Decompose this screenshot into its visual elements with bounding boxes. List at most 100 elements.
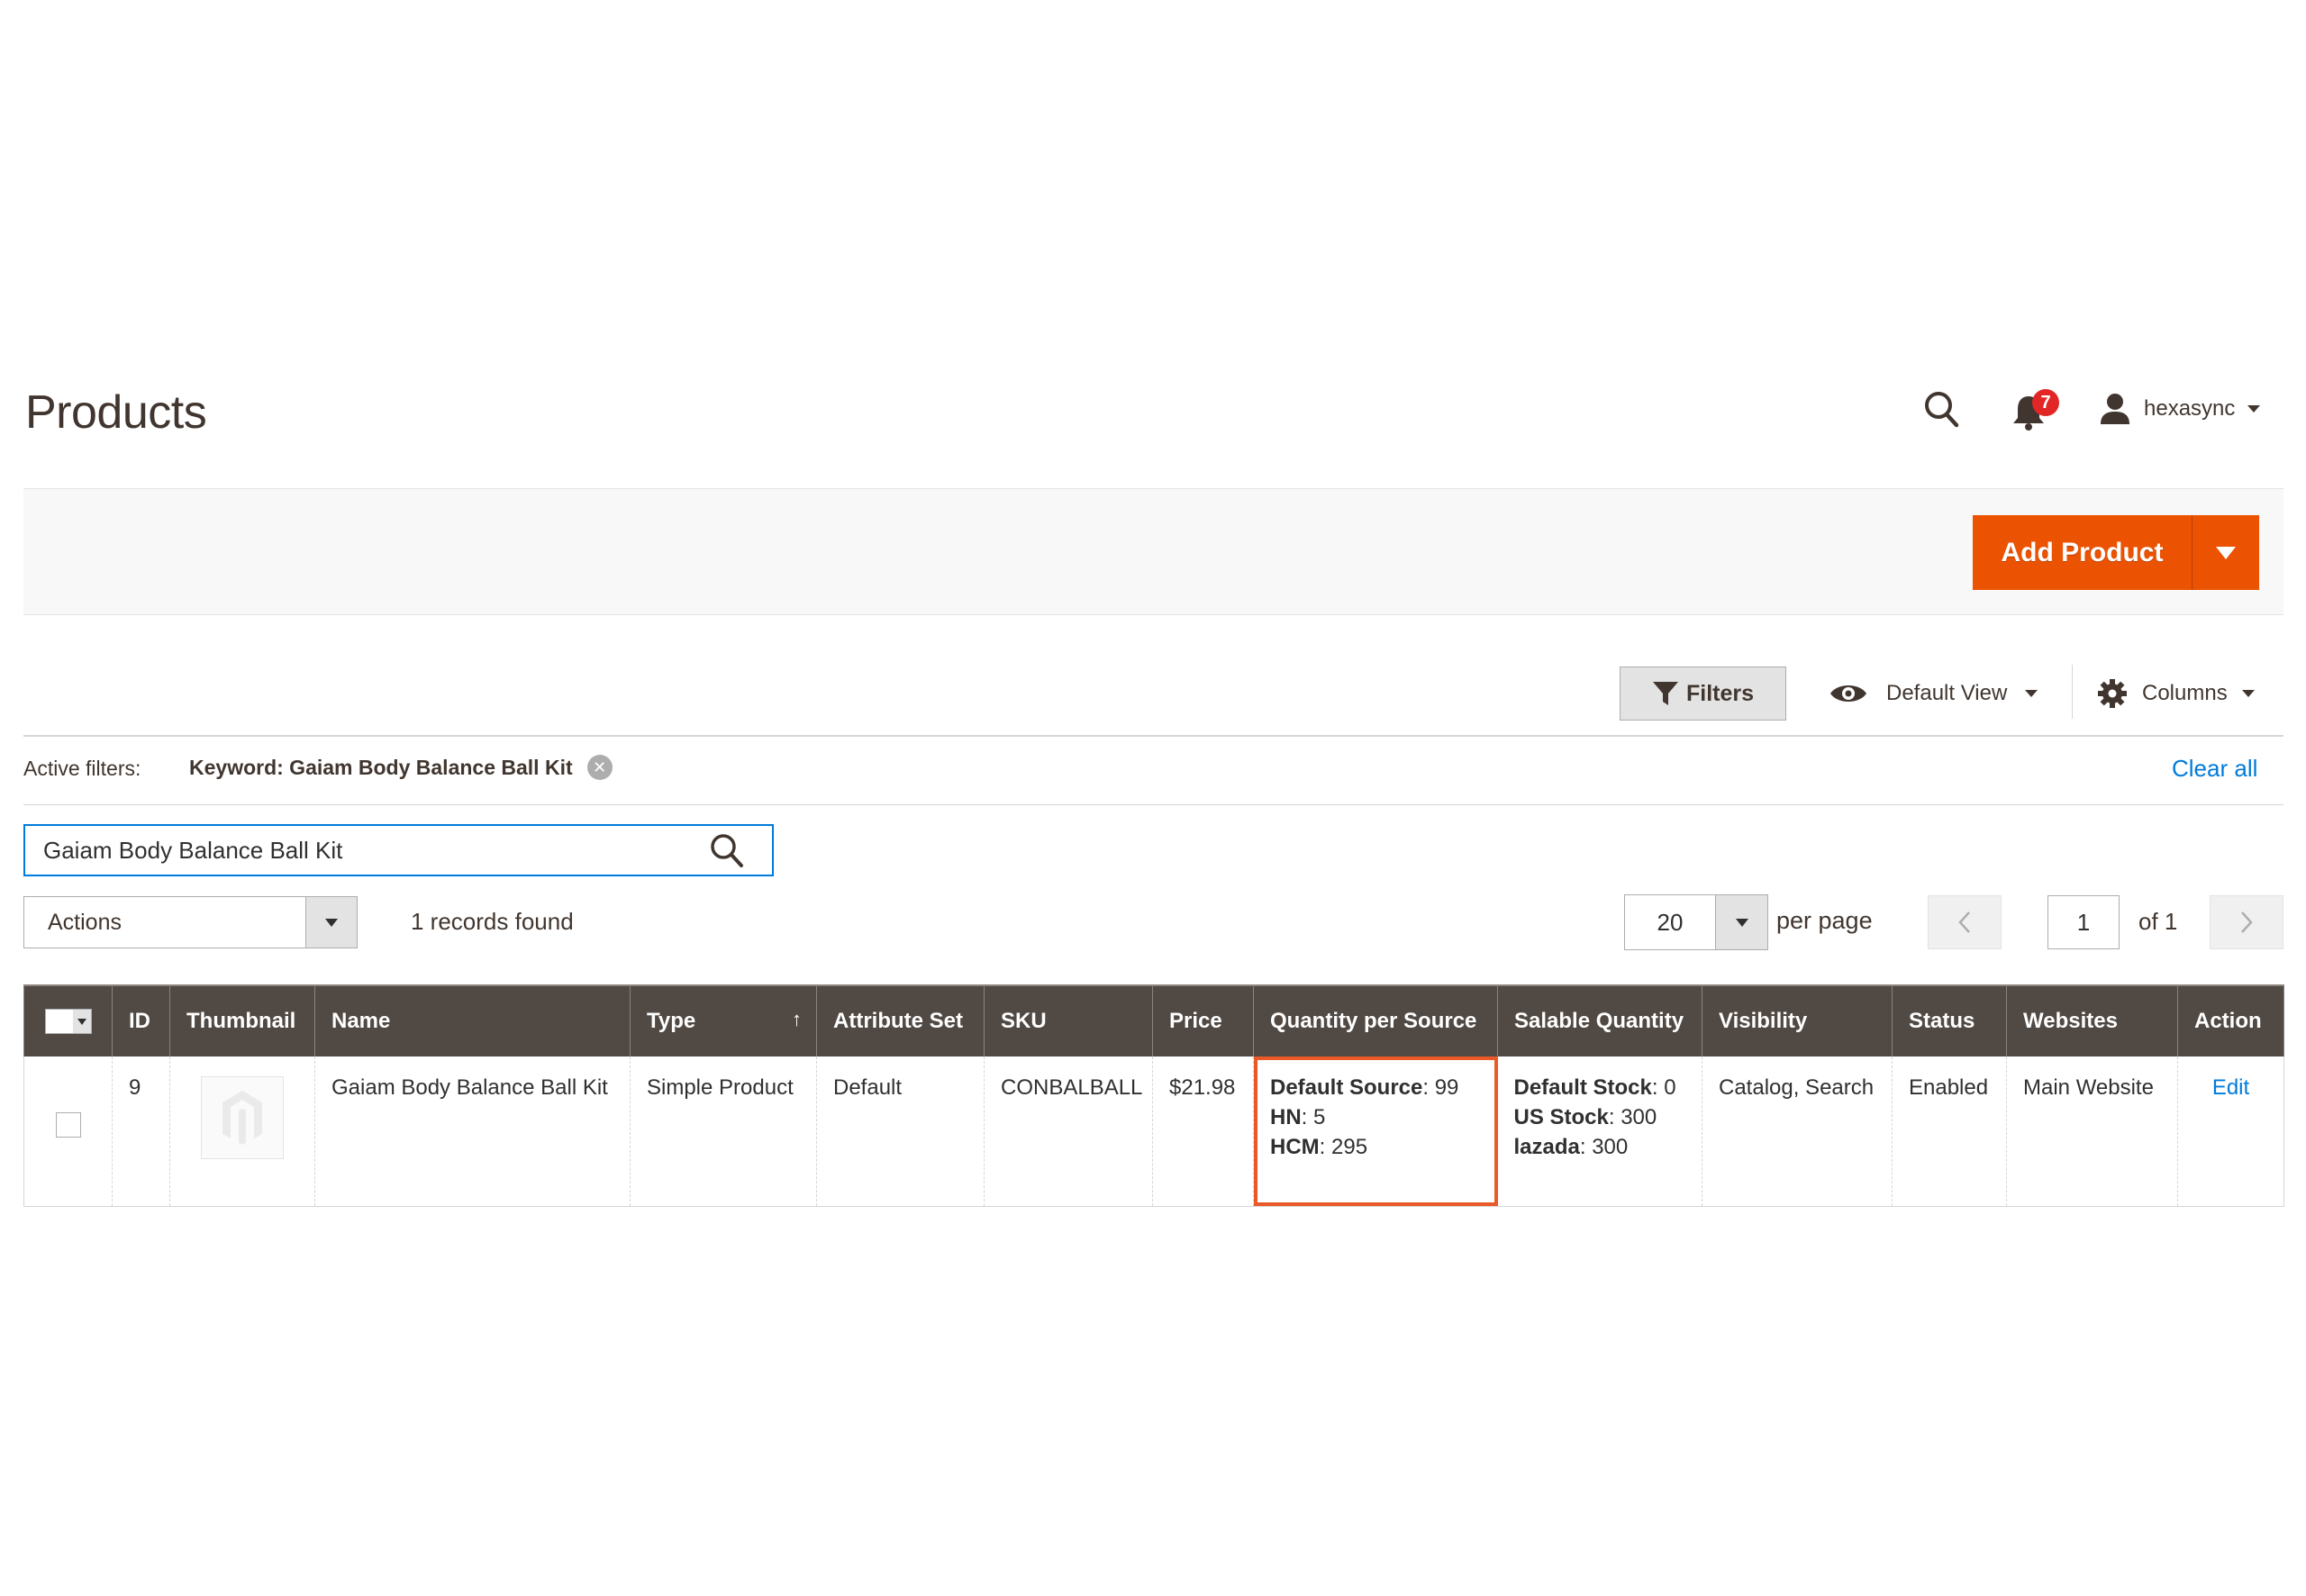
eye-icon <box>1830 685 1866 702</box>
per-page-label: per page <box>1776 907 1873 934</box>
gear-icon <box>2098 679 2127 708</box>
caret-down-icon <box>77 1018 86 1025</box>
column-header-websites[interactable]: Websites <box>2006 984 2178 1056</box>
filters-label: Filters <box>1685 680 1755 706</box>
column-header-action: Action <box>2177 984 2284 1056</box>
grid-header-row: ID Thumbnail Name Type ↑ Attribute Set S… <box>23 984 2284 1056</box>
page-actions-bar <box>23 488 2283 615</box>
edit-product-link[interactable]: Edit <box>2194 1073 2267 1102</box>
cell-action: Edit <box>2177 1056 2284 1207</box>
column-header-attribute-set[interactable]: Attribute Set <box>816 984 985 1056</box>
cell-status: Enabled <box>1892 1056 2007 1207</box>
add-product-type-toggle[interactable] <box>2192 515 2259 590</box>
toolbar-separator <box>2072 665 2073 719</box>
mass-actions-toggle[interactable] <box>305 897 357 948</box>
cell-quantity-per-source: Default Source: 99 HN: 5 HCM: 295 <box>1253 1056 1498 1207</box>
stock-qty-line: US Stock: 300 <box>1513 1105 1657 1129</box>
global-search-button[interactable] <box>1922 389 1962 431</box>
view-selector[interactable]: Default View <box>1829 671 2038 716</box>
magento-placeholder-icon <box>222 1091 262 1145</box>
search-icon <box>711 834 743 867</box>
keyword-search-input[interactable] <box>43 836 700 865</box>
stock-qty-line: lazada: 300 <box>1513 1135 1629 1159</box>
column-header-sku[interactable]: SKU <box>984 984 1153 1056</box>
remove-filter-icon[interactable]: ✕ <box>586 755 613 780</box>
row-select-cell <box>23 1056 113 1207</box>
sort-ascending-icon: ↑ <box>792 1008 802 1030</box>
source-qty-line: HN: 5 <box>1270 1105 1326 1129</box>
column-header-status[interactable]: Status <box>1892 984 2007 1056</box>
column-header-name[interactable]: Name <box>314 984 631 1056</box>
product-thumbnail[interactable] <box>201 1076 284 1159</box>
mass-actions-dropdown[interactable]: Actions <box>23 896 358 948</box>
caret-down-icon <box>325 918 338 927</box>
view-label: Default View <box>1886 681 2008 705</box>
cell-visibility: Catalog, Search <box>1702 1056 1893 1207</box>
notification-count-badge: 7 <box>2032 389 2059 416</box>
current-page-input[interactable] <box>2047 895 2120 949</box>
cell-salable-quantity: Default Stock: 0 US Stock: 300 lazada: 3… <box>1497 1056 1702 1207</box>
cell-thumbnail <box>169 1056 315 1207</box>
column-header-type-label: Type <box>647 1009 696 1033</box>
cell-id: 9 <box>112 1056 170 1207</box>
previous-page-button[interactable] <box>1928 895 2002 949</box>
column-header-thumbnail[interactable]: Thumbnail <box>169 984 315 1056</box>
per-page-value: 20 <box>1657 908 1684 936</box>
chevron-down-icon <box>2241 690 2255 697</box>
cell-sku: CONBALBALL <box>984 1056 1153 1207</box>
active-filter-text: Keyword: Gaiam Body Balance Ball Kit <box>189 755 573 779</box>
source-qty-line: Default Source: 99 <box>1270 1075 1459 1100</box>
column-header-type[interactable]: Type ↑ <box>630 984 817 1056</box>
mass-actions-label: Actions <box>48 909 122 935</box>
funnel-icon <box>1652 682 1678 705</box>
records-found: 1 records found <box>411 908 574 935</box>
columns-selector[interactable]: Columns <box>2097 671 2255 716</box>
total-pages: of 1 <box>2138 908 2178 935</box>
caret-down-icon <box>2216 546 2236 559</box>
stock-qty-line: Default Stock: 0 <box>1513 1075 1676 1100</box>
chevron-right-icon <box>2241 911 2253 933</box>
user-account-menu[interactable]: hexasync <box>2099 389 2261 429</box>
chevron-down-icon <box>2247 405 2261 413</box>
row-checkbox[interactable] <box>55 1112 81 1138</box>
active-filter-chip: Keyword: Gaiam Body Balance Ball Kit ✕ <box>189 755 613 780</box>
cell-attribute-set: Default <box>816 1056 985 1207</box>
add-product-button[interactable]: Add Product <box>1973 515 2192 590</box>
table-row[interactable]: 9 Gaiam Body Balance Ball Kit Simple Pro… <box>23 1056 2284 1207</box>
column-header-id[interactable]: ID <box>112 984 170 1056</box>
mass-select-header[interactable] <box>23 984 113 1056</box>
column-header-salable-quantity[interactable]: Salable Quantity <box>1497 984 1702 1056</box>
cell-price: $21.98 <box>1152 1056 1254 1207</box>
column-header-price[interactable]: Price <box>1152 984 1254 1056</box>
mass-select-dropdown[interactable] <box>44 1009 92 1034</box>
clear-all-filters-link[interactable]: Clear all <box>2172 755 2257 783</box>
divider <box>23 804 2283 805</box>
chevron-down-icon <box>2025 690 2038 697</box>
cell-websites: Main Website <box>2006 1056 2178 1207</box>
products-grid: ID Thumbnail Name Type ↑ Attribute Set S… <box>23 984 2284 1207</box>
filters-button[interactable]: Filters <box>1620 667 1786 721</box>
per-page-toggle[interactable] <box>1715 895 1767 949</box>
notifications-button[interactable]: 7 <box>2011 387 2063 431</box>
keyword-search <box>23 824 774 876</box>
chevron-left-icon <box>1958 911 1970 933</box>
search-submit-button[interactable] <box>700 826 754 875</box>
username: hexasync <box>2144 396 2236 421</box>
add-product-split-button[interactable]: Add Product <box>1973 515 2259 590</box>
next-page-button[interactable] <box>2210 895 2283 949</box>
columns-label: Columns <box>2142 681 2228 705</box>
page-title: Products <box>25 386 207 439</box>
mass-select-toggle[interactable] <box>72 1010 91 1033</box>
cell-type: Simple Product <box>630 1056 817 1207</box>
per-page-selector[interactable]: 20 <box>1624 894 1768 950</box>
column-header-quantity-per-source[interactable]: Quantity per Source <box>1253 984 1498 1056</box>
cell-name: Gaiam Body Balance Ball Kit <box>314 1056 631 1207</box>
divider <box>23 735 2283 737</box>
user-icon <box>2101 394 2129 424</box>
source-qty-line: HCM: 295 <box>1270 1135 1368 1159</box>
caret-down-icon <box>1735 918 1748 927</box>
search-icon <box>1925 392 1959 428</box>
select-all-checkbox[interactable] <box>45 1010 73 1033</box>
column-header-visibility[interactable]: Visibility <box>1702 984 1893 1056</box>
active-filters-label: Active filters: <box>23 757 141 780</box>
